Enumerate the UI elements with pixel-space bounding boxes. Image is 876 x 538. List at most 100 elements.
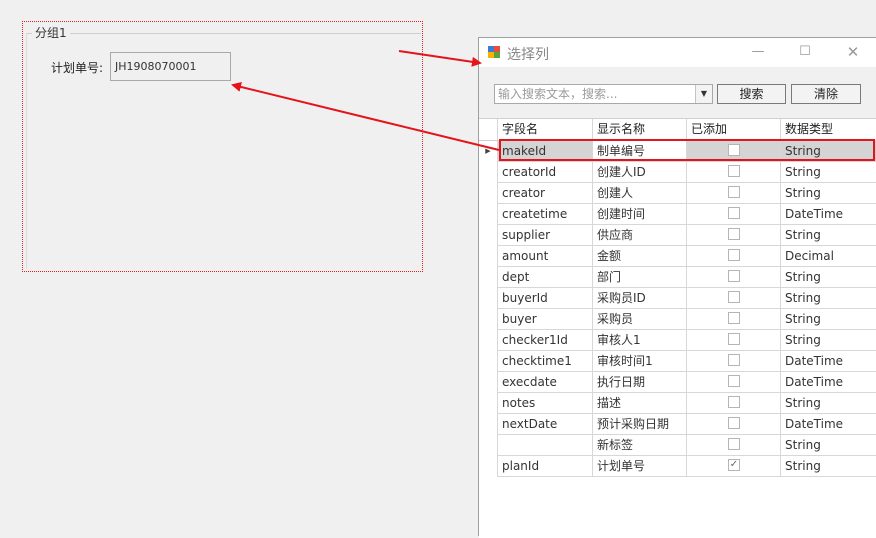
table-row[interactable]: supplier 供应商 String	[479, 225, 876, 246]
checkbox-empty[interactable]	[728, 186, 740, 198]
row-pointer-icon[interactable]	[479, 414, 497, 435]
row-pointer-icon[interactable]	[479, 330, 497, 351]
cell-display-name[interactable]: 审核人1	[592, 330, 686, 351]
table-row[interactable]: planId 计划单号 ✓ String	[479, 456, 876, 477]
checkbox-empty[interactable]	[728, 438, 740, 450]
cell-display-name[interactable]: 描述	[592, 393, 686, 414]
checkbox-empty[interactable]	[728, 333, 740, 345]
cell-data-type[interactable]: DateTime	[780, 414, 876, 435]
cell-field-name[interactable]: planId	[497, 456, 592, 477]
table-row[interactable]: creator 创建人 String	[479, 183, 876, 204]
cell-display-name[interactable]: 创建人	[592, 183, 686, 204]
minimize-button[interactable]: —	[743, 42, 773, 62]
cell-data-type[interactable]: DateTime	[780, 204, 876, 225]
table-row[interactable]: execdate 执行日期 DateTime	[479, 372, 876, 393]
table-row[interactable]: buyer 采购员 String	[479, 309, 876, 330]
dialog-titlebar[interactable]: 选择列 — ☐ ✕	[479, 38, 876, 67]
checkbox-empty[interactable]	[728, 312, 740, 324]
cell-display-name[interactable]: 部门	[592, 267, 686, 288]
cell-data-type[interactable]: String	[780, 288, 876, 309]
cell-field-name[interactable]	[497, 435, 592, 456]
cell-field-name[interactable]: creator	[497, 183, 592, 204]
table-row[interactable]: checker1Id 审核人1 String	[479, 330, 876, 351]
cell-display-name[interactable]: 新标签	[592, 435, 686, 456]
row-pointer-icon[interactable]	[479, 309, 497, 330]
checkbox-empty[interactable]	[728, 396, 740, 408]
row-pointer-icon[interactable]	[479, 162, 497, 183]
cell-data-type[interactable]: String	[780, 456, 876, 477]
cell-display-name[interactable]: 创建时间	[592, 204, 686, 225]
search-combobox[interactable]: ▼	[494, 84, 713, 104]
row-pointer-icon[interactable]	[479, 372, 497, 393]
cell-display-name[interactable]: 采购员	[592, 309, 686, 330]
checkbox-empty[interactable]	[728, 165, 740, 177]
cell-display-name[interactable]: 执行日期	[592, 372, 686, 393]
cell-field-name[interactable]: notes	[497, 393, 592, 414]
row-pointer-icon[interactable]	[479, 204, 497, 225]
cell-data-type[interactable]: String	[780, 162, 876, 183]
cell-field-name[interactable]: checktime1	[497, 351, 592, 372]
cell-data-type[interactable]: DateTime	[780, 372, 876, 393]
cell-data-type[interactable]: String	[780, 435, 876, 456]
row-pointer-icon[interactable]: ▶	[479, 141, 497, 162]
cell-field-name[interactable]: creatorId	[497, 162, 592, 183]
cell-data-type[interactable]: String	[780, 225, 876, 246]
cell-display-name[interactable]: 采购员ID	[592, 288, 686, 309]
cell-data-type[interactable]: String	[780, 183, 876, 204]
row-pointer-icon[interactable]	[479, 246, 497, 267]
cell-data-type[interactable]: String	[780, 267, 876, 288]
cell-display-name[interactable]: 供应商	[592, 225, 686, 246]
cell-field-name[interactable]: nextDate	[497, 414, 592, 435]
search-input[interactable]	[495, 85, 698, 103]
cell-data-type[interactable]: String	[780, 309, 876, 330]
cell-field-name[interactable]: supplier	[497, 225, 592, 246]
row-pointer-icon[interactable]	[479, 393, 497, 414]
cell-field-name[interactable]: buyer	[497, 309, 592, 330]
table-row[interactable]: dept 部门 String	[479, 267, 876, 288]
cell-data-type[interactable]: String	[780, 393, 876, 414]
row-pointer-icon[interactable]	[479, 351, 497, 372]
checkbox-empty[interactable]	[728, 417, 740, 429]
table-row[interactable]: checktime1 审核时间1 DateTime	[479, 351, 876, 372]
cell-display-name[interactable]: 预计采购日期	[592, 414, 686, 435]
cell-display-name[interactable]: 计划单号	[592, 456, 686, 477]
row-pointer-icon[interactable]	[479, 288, 497, 309]
row-pointer-icon[interactable]	[479, 435, 497, 456]
checkbox-empty[interactable]	[728, 228, 740, 240]
cell-display-name[interactable]: 金额	[592, 246, 686, 267]
cell-data-type[interactable]: String	[780, 330, 876, 351]
table-row[interactable]: creatorId 创建人ID String	[479, 162, 876, 183]
column-header-display[interactable]: 显示名称	[592, 119, 686, 140]
cell-field-name[interactable]: checker1Id	[497, 330, 592, 351]
row-pointer-icon[interactable]	[479, 267, 497, 288]
cell-field-name[interactable]: createtime	[497, 204, 592, 225]
cell-field-name[interactable]: dept	[497, 267, 592, 288]
table-row[interactable]: notes 描述 String	[479, 393, 876, 414]
column-header-field[interactable]: 字段名	[497, 119, 592, 140]
checkbox-empty[interactable]	[728, 291, 740, 303]
table-row[interactable]: 新标签 String	[479, 435, 876, 456]
plan-number-field[interactable]: JH1908070001	[110, 52, 231, 81]
row-pointer-icon[interactable]	[479, 456, 497, 477]
close-button[interactable]: ✕	[838, 42, 868, 62]
checkbox-empty[interactable]	[728, 354, 740, 366]
checkbox-empty[interactable]	[728, 249, 740, 261]
cell-data-type[interactable]: Decimal	[780, 246, 876, 267]
table-row[interactable]: createtime 创建时间 DateTime	[479, 204, 876, 225]
column-header-type[interactable]: 数据类型	[780, 119, 876, 140]
cell-data-type[interactable]: DateTime	[780, 351, 876, 372]
cell-field-name[interactable]: amount	[497, 246, 592, 267]
maximize-button[interactable]: ☐	[790, 42, 820, 62]
checkbox-empty[interactable]	[728, 270, 740, 282]
row-pointer-icon[interactable]	[479, 225, 497, 246]
cell-field-name[interactable]: buyerId	[497, 288, 592, 309]
table-row[interactable]: amount 金额 Decimal	[479, 246, 876, 267]
clear-button[interactable]: 清除	[791, 84, 861, 104]
cell-field-name[interactable]: execdate	[497, 372, 592, 393]
table-row[interactable]: buyerId 采购员ID String	[479, 288, 876, 309]
checkbox-empty[interactable]	[728, 375, 740, 387]
search-button[interactable]: 搜索	[717, 84, 786, 104]
chevron-down-icon[interactable]: ▼	[695, 85, 712, 103]
cell-display-name[interactable]: 创建人ID	[592, 162, 686, 183]
row-pointer-icon[interactable]	[479, 183, 497, 204]
